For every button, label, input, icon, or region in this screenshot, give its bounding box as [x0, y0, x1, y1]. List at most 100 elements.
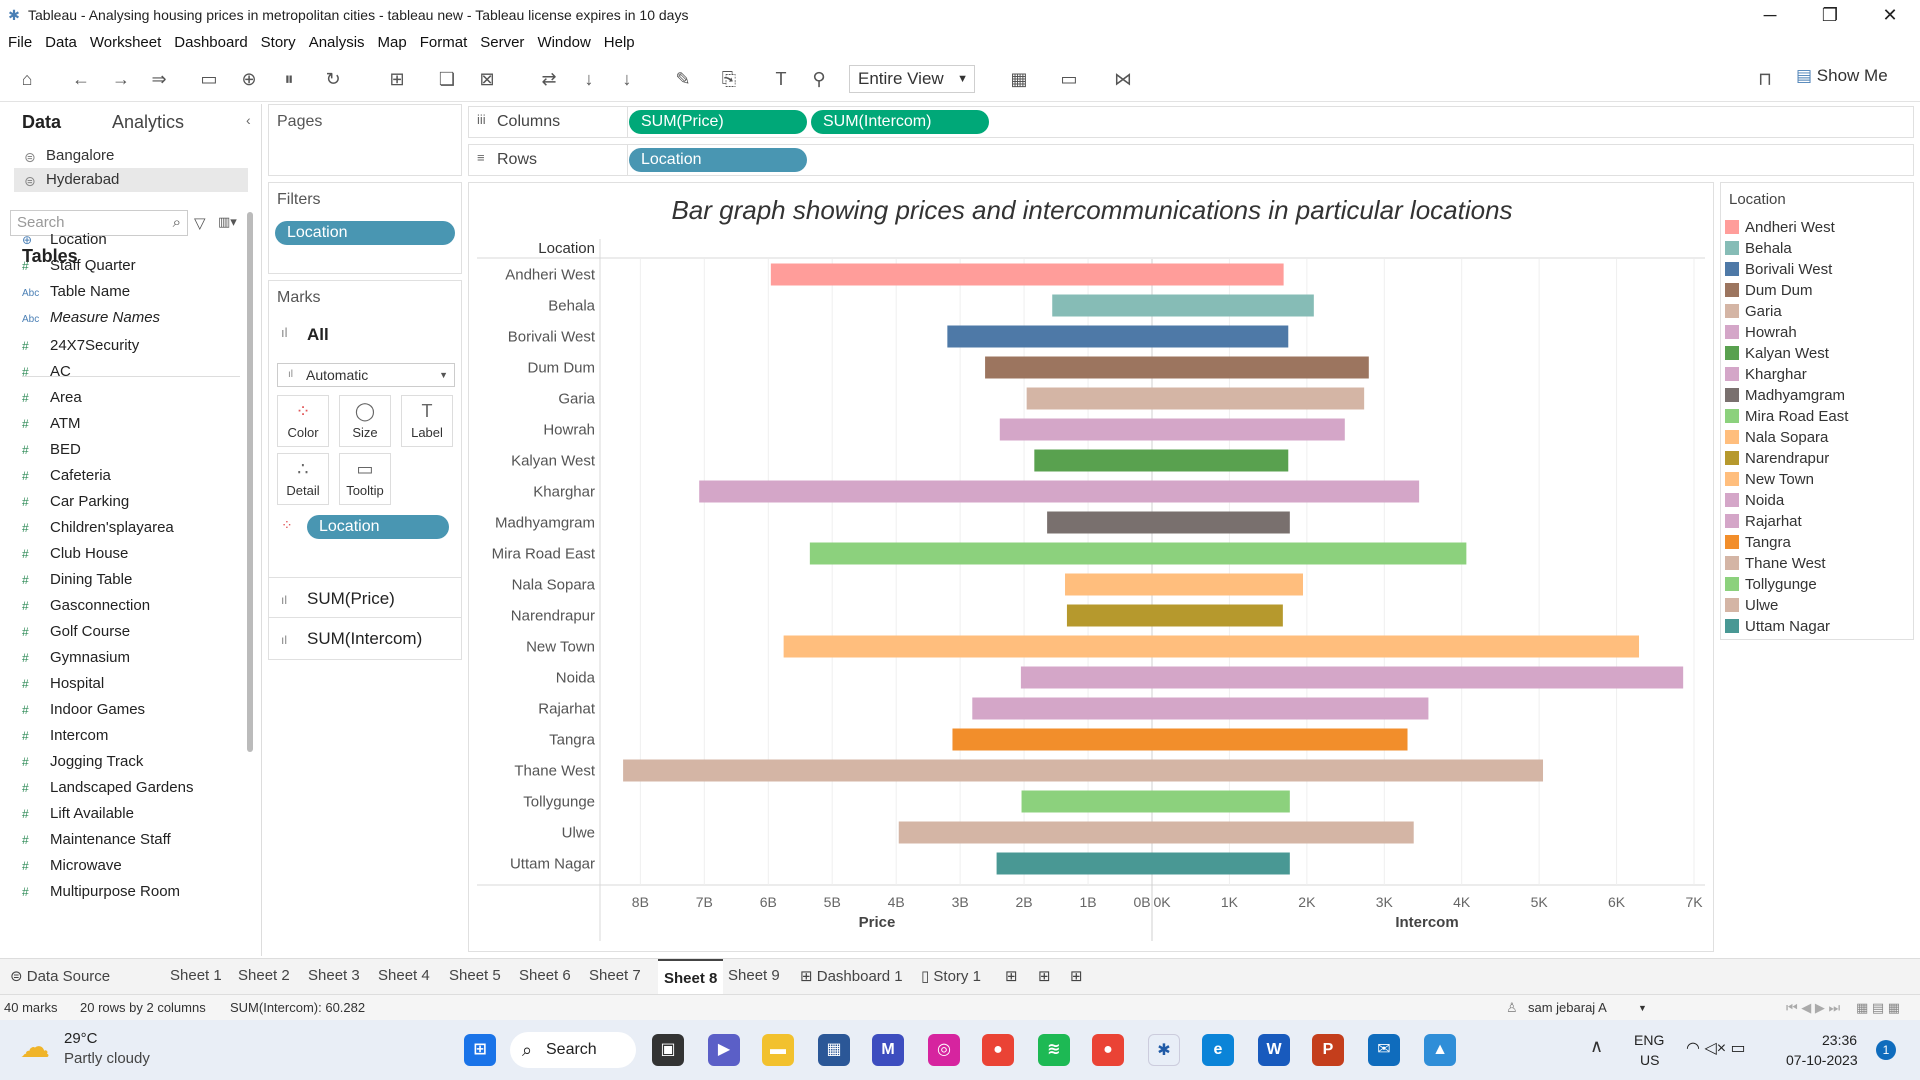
minimize-button[interactable]: ─: [1740, 0, 1800, 30]
datasource-hyderabad[interactable]: ⊜ Hyderabad: [14, 168, 248, 192]
legend-item[interactable]: Ulwe: [1725, 595, 1778, 616]
store-icon[interactable]: ▦: [818, 1034, 850, 1066]
tableau-icon[interactable]: ✱: [1148, 1034, 1180, 1066]
legend-item[interactable]: Behala: [1725, 238, 1792, 259]
new-dashboard-tab-icon[interactable]: ⊞: [1038, 967, 1051, 985]
menu-format[interactable]: Format: [420, 34, 468, 51]
legend-item[interactable]: New Town: [1725, 469, 1814, 490]
menu-story[interactable]: Story: [261, 34, 296, 51]
swap-icon[interactable]: ⇄: [536, 66, 562, 92]
sheet-tab[interactable]: ▯ Story 1: [921, 967, 981, 985]
field-item[interactable]: #24X7Security: [22, 334, 139, 358]
legend-item[interactable]: Kharghar: [1725, 364, 1807, 385]
menu-file[interactable]: File: [8, 34, 32, 51]
size-button[interactable]: ◯ Size: [339, 395, 391, 447]
legend-item[interactable]: Nala Sopara: [1725, 427, 1828, 448]
field-item[interactable]: # Children'splayarea: [22, 516, 174, 540]
field-item[interactable]: # Dining Table: [22, 568, 132, 592]
new-worksheet-tab-icon[interactable]: ⊞: [1005, 967, 1018, 985]
legend-item[interactable]: Rajarhat: [1725, 511, 1802, 532]
group-icon[interactable]: ⎘: [716, 66, 742, 92]
new-story-tab-icon[interactable]: ⊞: [1070, 967, 1083, 985]
app-icon[interactable]: M: [872, 1034, 904, 1066]
menu-map[interactable]: Map: [378, 34, 407, 51]
sheet-tab[interactable]: Sheet 8: [658, 959, 724, 995]
menu-help[interactable]: Help: [604, 34, 635, 51]
field-item[interactable]: # Cafeteria: [22, 464, 111, 488]
status-user[interactable]: sam jebaraj A: [1528, 1000, 1607, 1015]
teams-icon[interactable]: ▶: [708, 1034, 740, 1066]
field-item[interactable]: ⊕ Location: [22, 228, 107, 252]
refresh-icon[interactable]: ↻: [320, 66, 346, 92]
mail-icon[interactable]: ✉: [1368, 1034, 1400, 1066]
sort-descending-icon[interactable]: ↓: [614, 66, 640, 92]
field-item[interactable]: Abc Measure Names: [22, 306, 160, 330]
menu-window[interactable]: Window: [537, 34, 590, 51]
tab-data-source[interactable]: ⊜ Data Source: [10, 967, 110, 985]
sheet-tab[interactable]: Sheet 9: [728, 967, 780, 984]
data-pane-scrollbar[interactable]: [247, 212, 253, 752]
legend-item[interactable]: Madhyamgram: [1725, 385, 1845, 406]
clear-sheet-icon[interactable]: ⊠: [474, 66, 500, 92]
home-icon[interactable]: ⌂: [14, 66, 40, 92]
measure-tab-price[interactable]: SUM(Price): [307, 589, 395, 609]
file-explorer-icon[interactable]: ▬: [762, 1034, 794, 1066]
legend-item[interactable]: Uttam Nagar: [1725, 616, 1830, 637]
legend-item[interactable]: Tollygunge: [1725, 574, 1817, 595]
field-item[interactable]: # Gasconnection: [22, 594, 150, 618]
view-options-icon[interactable]: ▥▾: [218, 214, 237, 230]
clock-date[interactable]: 07-10-2023: [1786, 1052, 1858, 1068]
show-cards-icon[interactable]: ▦: [1006, 66, 1032, 92]
legend-item[interactable]: Mira Road East: [1725, 406, 1848, 427]
marks-pill-location[interactable]: Location: [307, 515, 449, 539]
clock-time[interactable]: 23:36: [1822, 1032, 1857, 1048]
tooltip-button[interactable]: ▭ Tooltip: [339, 453, 391, 505]
columns-pill-price[interactable]: SUM(Price): [629, 110, 807, 134]
nav-arrows-icon[interactable]: ⏮ ◀ ▶ ⏭: [1786, 1000, 1840, 1016]
tab-analytics[interactable]: Analytics: [112, 112, 184, 133]
measure-tab-intercom[interactable]: SUM(Intercom): [307, 629, 422, 649]
new-worksheet-icon[interactable]: ⊞: [384, 66, 410, 92]
language-2[interactable]: US: [1640, 1052, 1659, 1068]
field-item[interactable]: # Gymnasium: [22, 646, 130, 670]
wifi-icon[interactable]: ◠ ◁× ▭: [1686, 1038, 1746, 1058]
field-item[interactable]: Abc Table Name: [22, 280, 130, 304]
menu-data[interactable]: Data: [45, 34, 77, 51]
field-item[interactable]: # Car Parking: [22, 490, 129, 514]
sort-ascending-icon[interactable]: ↓: [576, 66, 602, 92]
field-item[interactable]: # BED: [22, 438, 81, 462]
fit-dropdown[interactable]: Entire View ▼: [849, 65, 975, 93]
new-datasource-icon[interactable]: ⊕: [236, 66, 262, 92]
sheet-tab[interactable]: Sheet 6: [519, 967, 571, 984]
field-item[interactable]: # Maintenance Staff: [22, 828, 171, 852]
notification-badge[interactable]: 1: [1876, 1040, 1896, 1060]
filter-icon[interactable]: ▽: [194, 214, 206, 232]
legend-item[interactable]: Borivali West: [1725, 259, 1832, 280]
columns-pill-intercom[interactable]: SUM(Intercom): [811, 110, 989, 134]
legend-item[interactable]: Thane West: [1725, 553, 1826, 574]
menu-server[interactable]: Server: [480, 34, 524, 51]
mark-type-dropdown[interactable]: ıl Automatic ▼: [277, 363, 455, 387]
legend-item[interactable]: Howrah: [1725, 322, 1797, 343]
field-item[interactable]: # Golf Course: [22, 620, 130, 644]
chevron-down-icon[interactable]: ▼: [1638, 1003, 1647, 1013]
chrome-icon[interactable]: ●: [982, 1034, 1014, 1066]
sheet-tab[interactable]: Sheet 3: [308, 967, 360, 984]
detail-button[interactable]: ∴ Detail: [277, 453, 329, 505]
maximize-button[interactable]: ❐: [1800, 0, 1860, 30]
labels-icon[interactable]: T: [768, 66, 794, 92]
redo-icon[interactable]: →: [108, 66, 134, 92]
field-item[interactable]: # ATM: [22, 412, 81, 436]
legend-item[interactable]: Dum Dum: [1725, 280, 1813, 301]
menu-worksheet[interactable]: Worksheet: [90, 34, 161, 51]
field-item[interactable]: # Area: [22, 386, 82, 410]
field-item[interactable]: # Indoor Games: [22, 698, 145, 722]
photos-icon[interactable]: ▲: [1424, 1034, 1456, 1066]
field-item[interactable]: # Multipurpose Room: [22, 880, 180, 904]
field-item[interactable]: # Microwave: [22, 854, 122, 878]
language-1[interactable]: ENG: [1634, 1032, 1664, 1048]
weather-desc[interactable]: Partly cloudy: [64, 1050, 150, 1067]
menu-dashboard[interactable]: Dashboard: [174, 34, 247, 51]
legend-item[interactable]: Narendrapur: [1725, 448, 1829, 469]
sheet-tab[interactable]: Sheet 7: [589, 967, 641, 984]
